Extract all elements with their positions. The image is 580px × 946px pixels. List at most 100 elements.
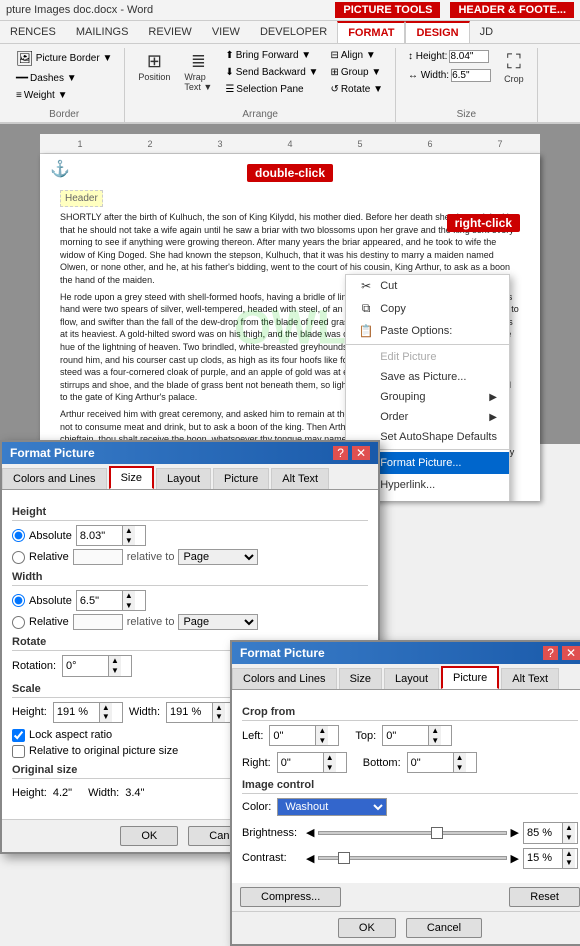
crop-bottom-value[interactable] <box>408 756 453 770</box>
width-field[interactable] <box>451 69 491 82</box>
crop-left-down[interactable]: ▼ <box>316 736 328 746</box>
height-spin-up[interactable]: ▲ <box>123 526 135 536</box>
brightness-thumb[interactable] <box>431 827 443 839</box>
tab-format[interactable]: FORMAT <box>337 21 405 43</box>
rotate-button[interactable]: ↺ Rotate ▼ <box>326 82 387 97</box>
tab-developer[interactable]: DEVELOPER <box>250 22 337 42</box>
dialog2-tab-alttext[interactable]: Alt Text <box>501 668 559 689</box>
tab-review[interactable]: REVIEW <box>138 22 201 42</box>
dialog2-cancel-button[interactable]: Cancel <box>406 918 482 938</box>
brightness-down[interactable]: ▼ <box>563 833 575 843</box>
brightness-left-arrow[interactable]: ◀ <box>306 826 314 839</box>
rotation-value[interactable] <box>63 659 108 673</box>
scale-width-up[interactable]: ▲ <box>213 703 225 713</box>
contrast-left-arrow[interactable]: ◀ <box>306 852 314 865</box>
ctx-grouping[interactable]: Grouping ▶ <box>346 387 509 407</box>
crop-bottom-down[interactable]: ▼ <box>454 763 466 773</box>
crop-right-down[interactable]: ▼ <box>324 763 336 773</box>
width-absolute-value[interactable] <box>77 594 122 608</box>
height-relative-radio[interactable] <box>12 551 25 564</box>
brightness-right-arrow[interactable]: ▶ <box>511 826 519 839</box>
height-absolute-input[interactable]: ▲ ▼ <box>76 525 146 546</box>
scale-height-value[interactable] <box>54 705 99 719</box>
contrast-up[interactable]: ▲ <box>563 849 575 859</box>
dialog2-tab-size[interactable]: Size <box>339 668 382 689</box>
tab-references[interactable]: RENCES <box>0 22 66 42</box>
scale-height-down[interactable]: ▼ <box>100 712 112 722</box>
selection-pane-button[interactable]: ☰ Selection Pane <box>221 82 322 97</box>
crop-top-down[interactable]: ▼ <box>429 736 441 746</box>
dialog1-help-button[interactable]: ? <box>333 446 348 460</box>
dialog1-tab-colors[interactable]: Colors and Lines <box>2 468 107 489</box>
crop-bottom-up[interactable]: ▲ <box>454 753 466 763</box>
dialog1-tab-alttext[interactable]: Alt Text <box>271 468 329 489</box>
tab-jd[interactable]: JD <box>470 22 503 42</box>
crop-top-input[interactable]: ▲ ▼ <box>382 725 452 746</box>
width-spin-up[interactable]: ▲ <box>123 591 135 601</box>
crop-right-input[interactable]: ▲ ▼ <box>277 752 347 773</box>
align-button[interactable]: ⊟ Align ▼ <box>326 48 387 63</box>
scale-height-up[interactable]: ▲ <box>100 703 112 713</box>
contrast-value[interactable] <box>524 851 562 865</box>
ctx-save-as-picture[interactable]: Save as Picture... <box>346 367 509 387</box>
dialog2-help-button[interactable]: ? <box>543 646 558 660</box>
crop-top-up[interactable]: ▲ <box>429 726 441 736</box>
bring-forward-button[interactable]: ⬆ Bring Forward ▼ <box>221 48 322 63</box>
contrast-slider[interactable] <box>318 856 506 860</box>
dialog2-ok-button[interactable]: OK <box>338 918 396 938</box>
scale-width-value[interactable] <box>167 705 212 719</box>
crop-right-up[interactable]: ▲ <box>324 753 336 763</box>
height-field[interactable] <box>449 50 489 63</box>
crop-button[interactable]: ⛶ Crop <box>499 48 529 87</box>
dialog1-tab-size[interactable]: Size <box>109 466 154 489</box>
picture-tools-tab[interactable]: PICTURE TOOLS <box>335 2 440 18</box>
height-relative-to-select[interactable]: Page <box>178 549 258 565</box>
tab-mailings[interactable]: MAILINGS <box>66 22 139 42</box>
dialog1-ok-button[interactable]: OK <box>120 826 178 846</box>
ctx-copy[interactable]: ⧉ Copy <box>346 297 509 320</box>
dialog2-tab-layout[interactable]: Layout <box>384 668 439 689</box>
compress-button[interactable]: Compress... <box>240 887 341 907</box>
width-spin-down[interactable]: ▼ <box>123 601 135 611</box>
dialog1-close-button[interactable]: ✕ <box>352 446 370 460</box>
brightness-input[interactable]: ▲ ▼ <box>523 822 578 843</box>
contrast-thumb[interactable] <box>338 852 350 864</box>
crop-right-value[interactable] <box>278 756 323 770</box>
crop-left-input[interactable]: ▲ ▼ <box>269 725 339 746</box>
scale-width-input[interactable]: ▲ ▼ <box>166 702 236 723</box>
crop-left-value[interactable] <box>270 729 315 743</box>
wrap-text-button[interactable]: ≣ WrapText ▼ <box>179 48 217 95</box>
width-relative-to-select[interactable]: Page <box>178 614 258 630</box>
scale-width-down[interactable]: ▼ <box>213 712 225 722</box>
lock-aspect-checkbox[interactable] <box>12 729 25 742</box>
ctx-paste[interactable]: 📋 Paste Options: <box>346 320 509 342</box>
width-relative-radio[interactable] <box>12 616 25 629</box>
height-spin-down[interactable]: ▼ <box>123 536 135 546</box>
contrast-down[interactable]: ▼ <box>563 858 575 868</box>
brightness-slider[interactable] <box>318 831 506 835</box>
picture-border-button[interactable]: 🖼 Picture Border ▼ <box>12 48 116 69</box>
crop-bottom-input[interactable]: ▲ ▼ <box>407 752 477 773</box>
tab-design[interactable]: DESIGN <box>405 21 469 43</box>
position-button[interactable]: ⊞ Position <box>133 48 175 85</box>
group-button[interactable]: ⊞ Group ▼ <box>326 65 387 80</box>
width-absolute-input[interactable]: ▲ ▼ <box>76 590 146 611</box>
crop-top-value[interactable] <box>383 729 428 743</box>
scale-height-input[interactable]: ▲ ▼ <box>53 702 123 723</box>
contrast-right-arrow[interactable]: ▶ <box>511 852 519 865</box>
width-absolute-radio[interactable] <box>12 594 25 607</box>
rotation-spin-down[interactable]: ▼ <box>109 666 121 676</box>
rotation-spin-up[interactable]: ▲ <box>109 656 121 666</box>
dialog2-tab-colors[interactable]: Colors and Lines <box>232 668 337 689</box>
height-absolute-value[interactable] <box>77 529 122 543</box>
rotation-input[interactable]: ▲ ▼ <box>62 655 132 676</box>
reset-button-2[interactable]: Reset <box>509 887 580 907</box>
crop-left-up[interactable]: ▲ <box>316 726 328 736</box>
ctx-cut[interactable]: ✂ Cut <box>346 275 509 297</box>
send-backward-button[interactable]: ⬇ Send Backward ▼ <box>221 65 322 80</box>
contrast-input[interactable]: ▲ ▼ <box>523 848 578 869</box>
dashes-button[interactable]: ━━ Dashes ▼ <box>12 71 81 86</box>
weight-button[interactable]: ≡ Weight ▼ <box>12 88 71 103</box>
relative-original-checkbox[interactable] <box>12 745 25 758</box>
dialog2-tab-picture[interactable]: Picture <box>441 666 499 689</box>
